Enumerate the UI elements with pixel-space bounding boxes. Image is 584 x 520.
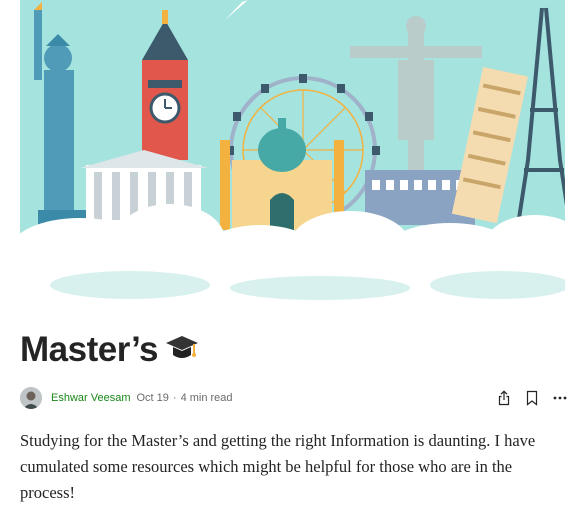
article-meta: Eshwar Veesam Oct 19 · 4 min read [20, 386, 568, 410]
author-name-link[interactable]: Eshwar Veesam [51, 392, 130, 404]
author-avatar[interactable] [20, 387, 42, 409]
graduation-cap-icon [164, 330, 200, 371]
hero-image [20, 0, 565, 302]
share-icon[interactable] [496, 390, 512, 406]
article-preview-text: Studying for the Master’s and getting th… [20, 431, 536, 502]
meta-separator: · [172, 392, 177, 404]
bookmark-icon[interactable] [524, 390, 540, 406]
article-actions [496, 390, 568, 406]
article-title: Master’s [20, 330, 159, 369]
more-icon[interactable] [552, 390, 568, 406]
read-time: 4 min read [180, 392, 233, 404]
article-title-row: Master’s [20, 328, 200, 372]
publish-date: Oct 19 [136, 392, 169, 404]
landmarks-illustration [20, 0, 565, 302]
